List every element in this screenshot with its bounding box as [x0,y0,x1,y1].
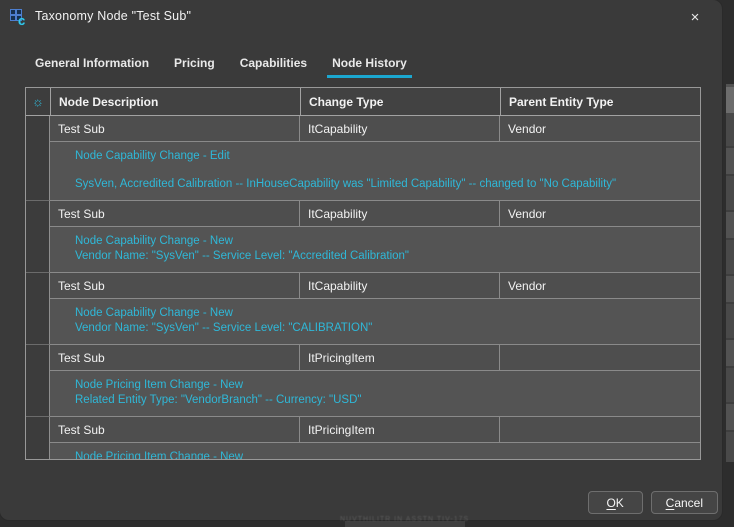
history-row-group: Test Sub ItCapability Vendor Node Capabi… [26,116,700,201]
detail-line: Related Entity Type: "VendorBranch" -- C… [75,393,692,408]
select-all-corner[interactable]: ☼ [26,88,51,115]
ok-button-mnemonic: O [606,496,615,510]
detail-line: SysVen, Accredited Calibration -- InHous… [75,177,692,192]
table-row[interactable]: Test Sub ItCapability Vendor [50,273,700,299]
cancel-button-label: ancel [674,496,703,510]
sun-icon: ☼ [32,95,44,108]
cell-change-type: ItPricingItem [300,345,500,370]
tab-node-history[interactable]: Node History [330,54,409,78]
ok-button[interactable]: OK [588,491,643,514]
column-header-change-type[interactable]: Change Type [301,88,501,115]
tab-capabilities[interactable]: Capabilities [238,54,309,78]
table-row[interactable]: Test Sub ItPricingItem [50,345,700,371]
detail-line: Node Capability Change - Edit [75,149,692,164]
history-row-group: Test Sub ItPricingItem Node Pricing Item… [26,417,700,460]
cell-parent-entity-type: Vendor [500,116,700,141]
title-bar: c Taxonomy Node "Test Sub" × [0,0,722,34]
cell-node-description: Test Sub [50,201,300,226]
tab-label: General Information [35,56,149,70]
taxonomy-node-dialog: c Taxonomy Node "Test Sub" × General Inf… [0,0,722,520]
cancel-button[interactable]: Cancel [651,491,718,514]
column-header-node-description[interactable]: Node Description [51,88,301,115]
row-selector[interactable] [26,345,50,417]
close-icon[interactable]: × [680,4,710,30]
tab-label: Capabilities [240,56,307,70]
table-row[interactable]: Test Sub ItCapability Vendor [50,201,700,227]
change-detail: Node Pricing Item Change - New Related E… [50,443,700,460]
column-header-parent-entity-type[interactable]: Parent Entity Type [501,88,700,115]
row-selector[interactable] [26,273,50,345]
history-row-group: Test Sub ItCapability Vendor Node Capabi… [26,201,700,273]
cell-node-description: Test Sub [50,273,300,298]
cell-node-description: Test Sub [50,116,300,141]
cell-parent-entity-type [500,345,700,370]
detail-line: Node Pricing Item Change - New [75,378,692,393]
change-detail: Node Pricing Item Change - New Related E… [50,371,700,417]
cell-change-type: ItPricingItem [300,417,500,442]
detail-line: Node Capability Change - New [75,306,692,321]
taxonomy-node-icon: c [9,8,29,28]
detail-line: Vendor Name: "SysVen" -- Service Level: … [75,321,692,336]
cancel-button-mnemonic: C [666,496,675,510]
cell-parent-entity-type [500,417,700,442]
history-row-group: Test Sub ItCapability Vendor Node Capabi… [26,273,700,345]
cell-change-type: ItCapability [300,201,500,226]
c-letter-icon: c [18,14,25,27]
detail-line: Node Capability Change - New [75,234,692,249]
row-selector[interactable] [26,116,50,201]
cell-node-description: Test Sub [50,345,300,370]
dialog-button-row: OK Cancel [588,491,718,514]
active-tab-underline [327,75,412,78]
row-selector[interactable] [26,201,50,273]
background-window-edge [726,84,734,462]
table-row[interactable]: Test Sub ItCapability Vendor [50,116,700,142]
ok-button-label: K [616,496,624,510]
window-title: Taxonomy Node "Test Sub" [35,9,191,23]
row-selector[interactable] [26,417,50,460]
tab-label: Pricing [174,56,215,70]
background-window-edge-header [726,87,734,113]
cell-node-description: Test Sub [50,417,300,442]
detail-line: Vendor Name: "SysVen" -- Service Level: … [75,249,692,264]
change-detail: Node Capability Change - Edit SysVen, Ac… [50,142,700,201]
cell-change-type: ItCapability [300,273,500,298]
change-detail: Node Capability Change - New Vendor Name… [50,227,700,273]
node-history-grid: ☼ Node Description Change Type Parent En… [25,87,701,460]
detail-line: Node Pricing Item Change - New [75,450,692,460]
cell-parent-entity-type: Vendor [500,201,700,226]
cell-parent-entity-type: Vendor [500,273,700,298]
tab-label: Node History [332,56,407,70]
history-row-group: Test Sub ItPricingItem Node Pricing Item… [26,345,700,417]
change-detail: Node Capability Change - New Vendor Name… [50,299,700,345]
tab-general-information[interactable]: General Information [33,54,151,78]
cell-change-type: ItCapability [300,116,500,141]
background-window-text: NUVTHILITR IN ASSTN TIV-17S [340,516,670,523]
tab-bar: General Information Pricing Capabilities… [33,54,409,78]
tab-pricing[interactable]: Pricing [172,54,217,78]
table-row[interactable]: Test Sub ItPricingItem [50,417,700,443]
table-header-row: ☼ Node Description Change Type Parent En… [26,88,700,116]
